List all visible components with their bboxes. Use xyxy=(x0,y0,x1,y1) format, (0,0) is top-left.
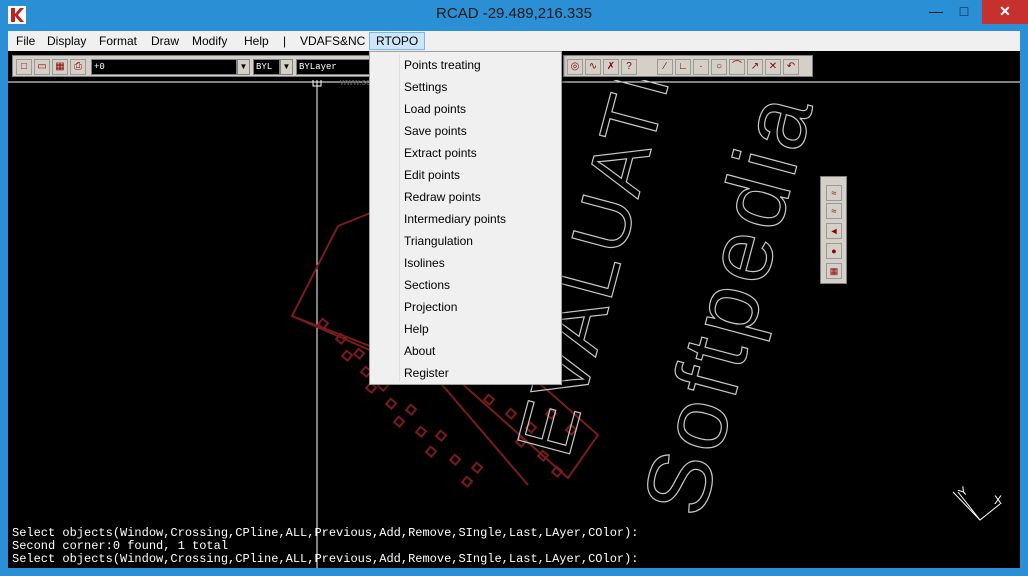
menu-bar: File Display Format Draw Modify Help | V… xyxy=(8,31,1020,51)
open-folder-icon[interactable]: ▭ xyxy=(34,59,50,75)
menu-draw[interactable]: Draw xyxy=(145,32,185,50)
menu-item-isolines[interactable]: Isolines xyxy=(371,252,560,274)
point-icon[interactable]: · xyxy=(693,59,709,75)
menu-item-register[interactable]: Register xyxy=(371,362,560,384)
ucs-icon xyxy=(952,491,1001,521)
menu-item-load-points[interactable]: Load points xyxy=(371,98,560,120)
trim-icon[interactable]: ✗ xyxy=(603,59,619,75)
menu-help[interactable]: Help xyxy=(238,32,275,50)
close-icon[interactable]: ✕ xyxy=(982,0,1028,24)
layer-combo-arrow-icon[interactable]: ▼ xyxy=(237,59,250,75)
menu-rtopo[interactable]: RTOPO xyxy=(369,32,426,50)
polyline-icon[interactable]: ∟ xyxy=(675,59,691,75)
curve-icon[interactable]: ∿ xyxy=(585,59,601,75)
menu-item-help[interactable]: Help xyxy=(371,318,560,340)
menu-item-extract-points[interactable]: Extract points xyxy=(371,142,560,164)
topo-tool-2-icon[interactable]: ≈ xyxy=(826,203,842,219)
minimize-icon[interactable]: — xyxy=(922,0,950,24)
circle-icon[interactable]: ○ xyxy=(711,59,727,75)
topo-tool-1-icon[interactable]: ≈ xyxy=(826,185,842,201)
menu-format[interactable]: Format xyxy=(93,32,143,50)
menu-item-intermediary-points[interactable]: Intermediary points xyxy=(371,208,560,230)
linetype-combo[interactable]: BYLayer xyxy=(296,59,371,75)
zoom-icon[interactable]: ◎ xyxy=(567,59,583,75)
menu-separator: | xyxy=(283,34,287,48)
topo-tool-3-icon[interactable]: ◄ xyxy=(826,223,842,239)
print-icon[interactable]: ⎙ xyxy=(70,59,86,75)
menu-vdafs[interactable]: VDAFS&NC xyxy=(294,32,371,50)
arc-icon[interactable]: ⌒ xyxy=(729,59,745,75)
delete-icon[interactable]: ✕ xyxy=(765,59,781,75)
save-icon[interactable]: ▦ xyxy=(52,59,68,75)
menu-item-redraw-points[interactable]: Redraw points xyxy=(371,186,560,208)
color-combo-arrow-icon[interactable]: ▼ xyxy=(280,59,293,75)
help-icon[interactable]: ? xyxy=(621,59,637,75)
rtopo-dropdown-menu: Points treating Settings Load points Sav… xyxy=(369,51,562,385)
topo-tool-5-icon[interactable]: ▦ xyxy=(826,263,842,279)
menu-item-settings[interactable]: Settings xyxy=(371,76,560,98)
menu-modify[interactable]: Modify xyxy=(186,32,233,50)
draw-toolbar: ◎ ∿ ✗ ? ∕ ∟ · ○ ⌒ ↗ ✕ ↶ xyxy=(563,55,813,77)
command-console[interactable]: Select objects(Window,Crossing,CPline,AL… xyxy=(12,527,1012,566)
floating-toolbar[interactable]: ≈ ≈ ◄ ● ▦ xyxy=(820,176,847,284)
topo-tool-4-icon[interactable]: ● xyxy=(826,243,842,259)
window-title: RCAD -29.489,216.335 xyxy=(436,5,592,22)
menu-display[interactable]: Display xyxy=(41,32,92,50)
undo-icon[interactable]: ↶ xyxy=(783,59,799,75)
console-line: Select objects(Window,Crossing,CPline,AL… xyxy=(12,552,639,566)
menu-item-edit-points[interactable]: Edit points xyxy=(371,164,560,186)
ucs-x-label: X xyxy=(994,493,1002,507)
menu-item-sections[interactable]: Sections xyxy=(371,274,560,296)
standard-toolbar: □ ▭ ▦ ⎙ +0 ▼ BYL ▼ BYLayer xyxy=(12,55,372,77)
color-combo[interactable]: BYL xyxy=(253,59,280,75)
menu-item-save-points[interactable]: Save points xyxy=(371,120,560,142)
new-file-icon[interactable]: □ xyxy=(16,59,32,75)
maximize-icon[interactable]: □ xyxy=(950,0,978,24)
title-bar[interactable]: RCAD -29.489,216.335 — □ ✕ xyxy=(0,0,1028,31)
menu-item-projection[interactable]: Projection xyxy=(371,296,560,318)
cursor-icon[interactable]: ↗ xyxy=(747,59,763,75)
layer-combo[interactable]: +0 xyxy=(91,59,237,75)
menu-item-about[interactable]: About xyxy=(371,340,560,362)
menu-item-points-treating[interactable]: Points treating xyxy=(371,54,560,76)
line-icon[interactable]: ∕ xyxy=(657,59,673,75)
menu-item-triangulation[interactable]: Triangulation xyxy=(371,230,560,252)
menu-file[interactable]: File xyxy=(10,32,41,50)
app-window: RCAD -29.489,216.335 — □ ✕ File Display … xyxy=(0,0,1028,576)
